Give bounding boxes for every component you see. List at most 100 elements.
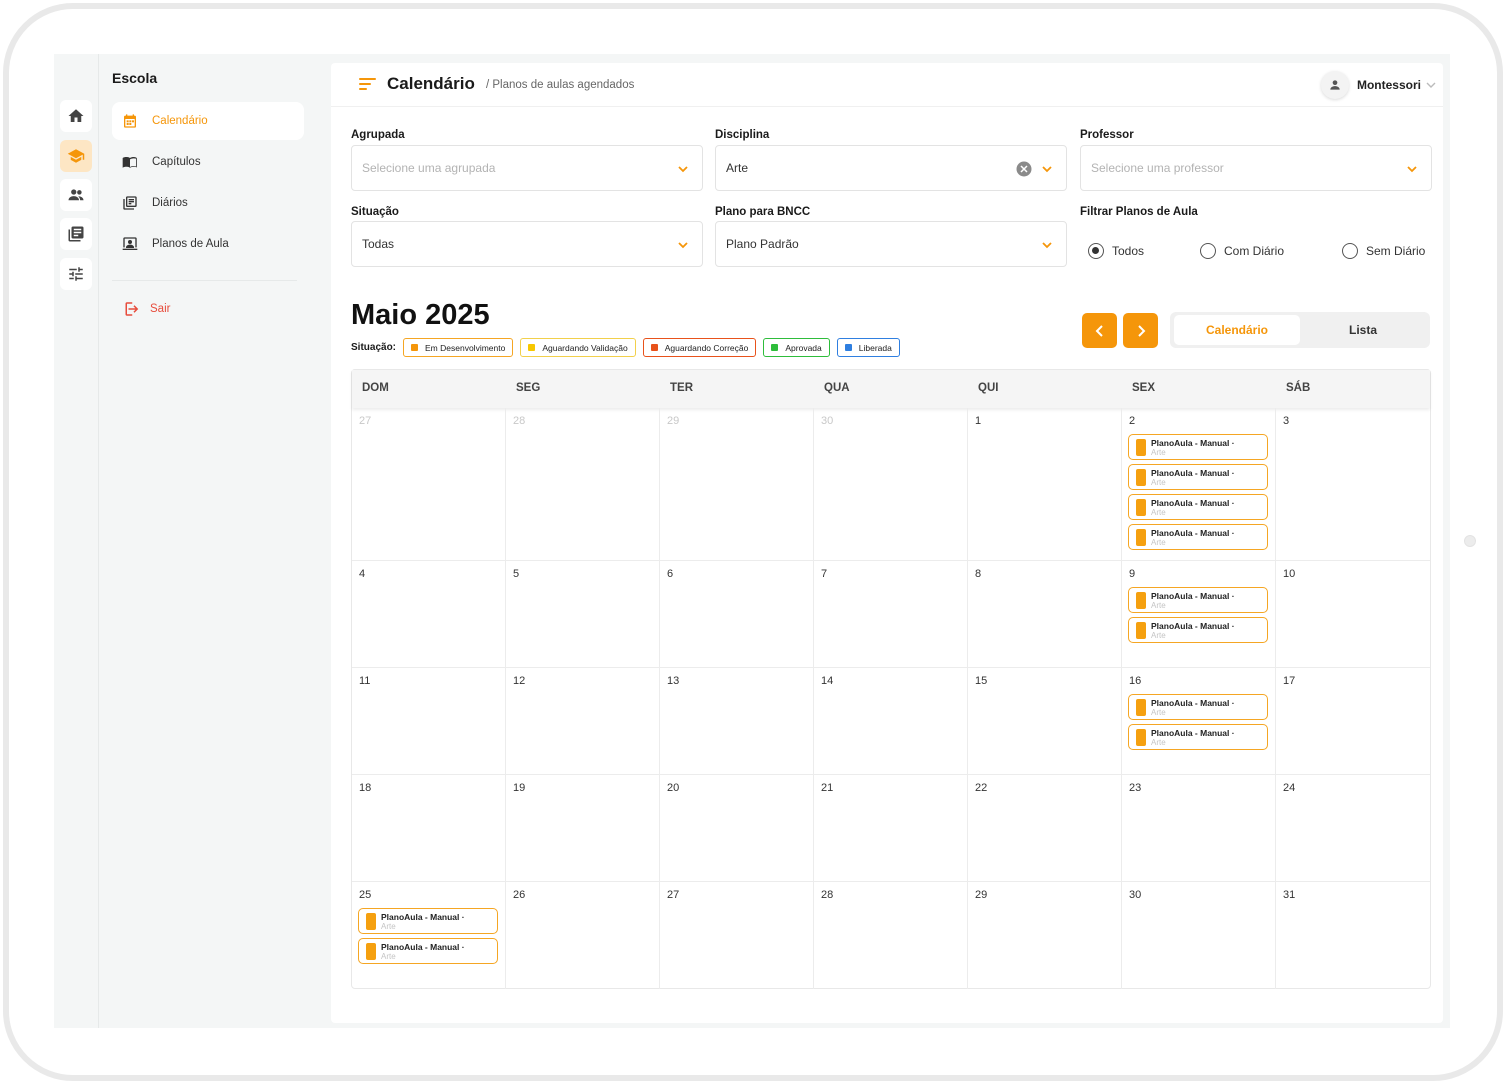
calendar-event[interactable]: PlanoAula - Manual · Arte [1128,464,1268,490]
people-icon[interactable] [60,179,92,211]
calendar-icon [124,114,136,128]
view-calendario-button[interactable]: Calendário [1174,315,1300,345]
radio-sem-diario[interactable]: Sem Diário [1342,243,1425,259]
event-title: PlanoAula - Manual · [1151,728,1235,738]
calendar-day-cell[interactable]: 27 [352,408,506,561]
nav-item-diarios[interactable]: Diários [112,184,304,222]
event-status-bar [1136,699,1146,716]
calendar-day-cell[interactable]: 13 [660,668,814,775]
next-month-button[interactable] [1123,313,1158,348]
calendar-event[interactable]: PlanoAula - Manual · Arte [1128,587,1268,613]
nav-item-calendario[interactable]: Calendário [112,102,304,140]
logout-icon [125,302,139,316]
event-subtitle: Arte [1151,601,1166,610]
library-icon[interactable] [60,218,92,250]
nav-item-capitulos[interactable]: Capítulos [112,143,304,181]
user-menu[interactable]: Montessori [1320,69,1437,101]
event-status-bar [366,913,376,930]
chevron-down-icon [1042,166,1052,173]
day-number: 26 [513,889,526,901]
calendar-day-cell[interactable]: 21 [814,775,968,882]
legend-swatch [411,344,419,351]
calendar-day-cell[interactable]: 9 PlanoAula - Manual · Arte PlanoAula - Man… [1122,561,1276,668]
calendar-day-cell[interactable]: 28 [506,408,660,561]
bncc-select[interactable]: Plano Padrão [715,221,1067,267]
calendar-day-cell[interactable]: 20 [660,775,814,882]
calendar-day-cell[interactable]: 2 PlanoAula - Manual · Arte PlanoAula - Man… [1122,408,1276,561]
calendar-day-cell[interactable]: 30 [1122,882,1276,989]
weekday-label: SEX [1132,382,1156,394]
page-subtitle: / Planos de aulas agendados [486,79,635,91]
device-side-button [1464,535,1476,547]
prev-month-button[interactable] [1082,313,1117,348]
calendar-day-cell[interactable]: 22 [968,775,1122,882]
exit-button[interactable]: Sair [124,300,170,318]
app-screen: Escola Calendário Capítulos Diários Plan… [54,54,1450,1028]
calendar-event[interactable]: PlanoAula - Manual · Arte [1128,494,1268,520]
nav-title: Escola [112,70,158,86]
calendar-day-cell[interactable]: 11 [352,668,506,775]
menu-icon[interactable] [359,76,377,92]
radio-todos[interactable]: Todos [1088,243,1144,259]
calendar-day-cell[interactable]: 23 [1122,775,1276,882]
chevron-down-icon [1426,82,1436,88]
calendar-event[interactable]: PlanoAula - Manual · Arte [358,908,498,934]
calendar-event[interactable]: PlanoAula - Manual · Arte [1128,694,1268,720]
legend-swatch [650,344,658,351]
journal-icon [123,196,137,210]
calendar-day-cell[interactable]: 16 PlanoAula - Manual · Arte PlanoAula - Ma… [1122,668,1276,775]
calendar-day-cell[interactable]: 14 [814,668,968,775]
radio-com-diario[interactable]: Com Diário [1200,243,1284,259]
home-icon[interactable] [60,100,92,132]
calendar-event[interactable]: PlanoAula - Manual · Arte [1128,617,1268,643]
view-lista-button[interactable]: Lista [1300,315,1426,345]
calendar-day-cell[interactable]: 27 [660,882,814,989]
calendar-event[interactable]: PlanoAula - Manual · Arte [1128,434,1268,460]
calendar-day-cell[interactable]: 29 [660,408,814,561]
calendar-day-cell[interactable]: 10 [1276,561,1430,668]
calendar-day-cell[interactable]: 28 [814,882,968,989]
situacao-label: Situação [351,206,399,218]
calendar-event[interactable]: PlanoAula - Manual · Arte [1128,524,1268,550]
person-icon [1330,80,1340,90]
calendar-day-cell[interactable]: 18 [352,775,506,882]
calendar-event[interactable]: PlanoAula - Manual · Arte [358,938,498,964]
calendar-day-cell[interactable]: 12 [506,668,660,775]
calendar-day-cell[interactable]: 4 [352,561,506,668]
calendar-day-cell[interactable]: 29 [968,882,1122,989]
calendar-day-cell[interactable]: 31 [1276,882,1430,989]
calendar-day-cell[interactable]: 25 PlanoAula - Manual · Arte PlanoAula - Ma… [352,882,506,989]
legend-label: Situação: [351,342,397,353]
calendar-day-cell[interactable]: 5 [506,561,660,668]
calendar-day-cell[interactable]: 15 [968,668,1122,775]
day-number: 30 [821,415,834,427]
calendar-day-cell[interactable]: 7 [814,561,968,668]
exit-label: Sair [150,303,171,315]
calendar-day-cell[interactable]: 30 [814,408,968,561]
calendar-day-cell[interactable]: 6 [660,561,814,668]
calendar-day-cell[interactable]: 19 [506,775,660,882]
weekday-label: QUI [978,382,999,394]
event-subtitle: Arte [1151,738,1166,747]
calendar-event[interactable]: PlanoAula - Manual · Arte [1128,724,1268,750]
calendar-grid: DOM SEG TER QUA QUI SEX SÁB 27 28 29 30 1 2 PlanoAul… [351,369,1431,989]
calendar-day-cell[interactable]: 8 [968,561,1122,668]
clear-icon[interactable] [1016,161,1032,177]
calendar-day-cell[interactable]: 3 [1276,408,1430,561]
chevron-down-icon [678,166,688,173]
disciplina-select[interactable]: Arte [715,145,1067,191]
school-icon[interactable] [60,140,92,172]
settings-sliders-icon[interactable] [60,258,92,290]
event-status-bar [1136,499,1146,516]
nav-item-planos-de-aula[interactable]: Planos de Aula [112,225,304,263]
calendar-day-cell[interactable]: 24 [1276,775,1430,882]
calendar-day-cell[interactable]: 26 [506,882,660,989]
calendar-day-cell[interactable]: 17 [1276,668,1430,775]
professor-label: Professor [1080,129,1134,141]
day-number: 12 [513,675,526,687]
agrupada-select[interactable]: Selecione uma agrupada [351,145,703,191]
calendar-day-cell[interactable]: 1 [968,408,1122,561]
professor-select[interactable]: Selecione uma professor [1080,145,1432,191]
situacao-select[interactable]: Todas [351,221,703,267]
event-status-bar [1136,729,1146,746]
